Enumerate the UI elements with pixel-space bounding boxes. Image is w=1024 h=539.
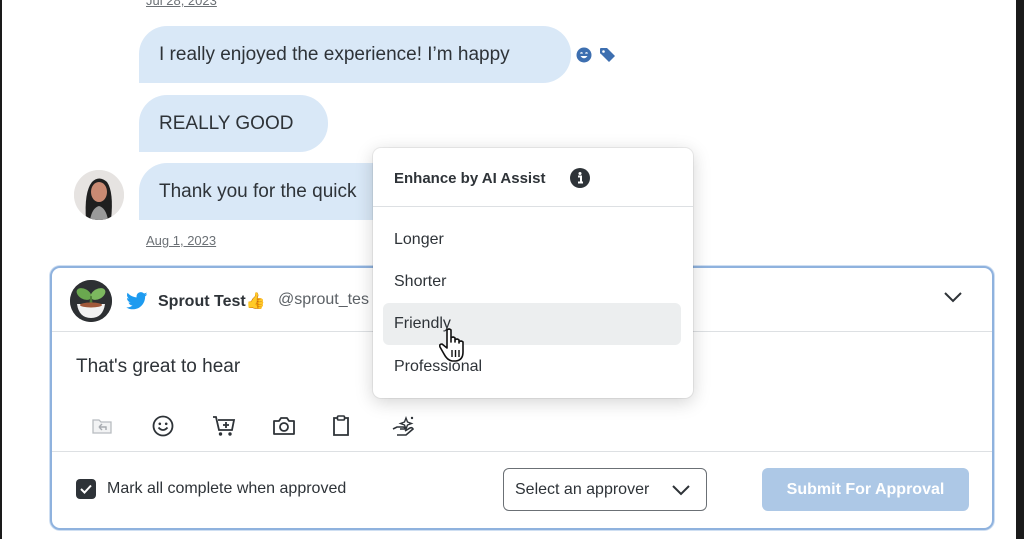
tag-icon[interactable] xyxy=(599,47,616,68)
sentiment-positive-icon[interactable] xyxy=(576,47,592,68)
twitter-icon xyxy=(126,292,148,315)
emoji-icon[interactable] xyxy=(152,414,212,438)
message-actions xyxy=(576,47,616,68)
composer-footer: Mark all complete when approved Select a… xyxy=(52,451,992,530)
reply-textarea[interactable]: That's great to hear xyxy=(76,356,240,378)
message-text: I really enjoyed the experience! I’m hap… xyxy=(159,44,510,65)
info-icon[interactable] xyxy=(570,168,590,193)
mark-complete-label[interactable]: Mark all complete when approved xyxy=(107,480,346,498)
menu-item-professional[interactable]: Professional xyxy=(383,346,681,388)
camera-icon[interactable] xyxy=(272,414,332,438)
account-handle: @sprout_tes xyxy=(278,291,369,308)
menu-header: Enhance by AI Assist xyxy=(373,148,693,207)
message-bubble: REALLY GOOD xyxy=(139,95,328,152)
message-bubble: Thank you for the quick xyxy=(139,163,399,220)
message-text: Thank you for the quick xyxy=(159,181,357,202)
ai-assist-menu: Enhance by AI Assist Longer Shorter Frie… xyxy=(373,148,693,398)
hand-pointer-cursor-icon xyxy=(438,328,469,369)
approver-select[interactable]: Select an approver xyxy=(503,468,707,511)
mark-complete-checkbox[interactable] xyxy=(76,479,96,499)
message-date[interactable]: Aug 1, 2023 xyxy=(146,233,216,248)
menu-item-shorter[interactable]: Shorter xyxy=(383,261,681,303)
menu-item-longer[interactable]: Longer xyxy=(383,219,681,261)
reply-icon[interactable] xyxy=(92,414,152,438)
composer-toolbar xyxy=(92,414,452,438)
product-cart-icon[interactable] xyxy=(212,414,272,438)
chevron-down-icon[interactable] xyxy=(944,290,962,308)
message-date[interactable]: Jul 28, 2023 xyxy=(146,0,217,8)
approver-select-value: Select an approver xyxy=(515,480,650,498)
conversation-view: Jul 28, 2023 I really enjoyed the experi… xyxy=(2,0,1016,539)
message-bubble: I really enjoyed the experience! I’m hap… xyxy=(139,26,571,83)
message-text: REALLY GOOD xyxy=(159,113,294,134)
ai-assist-icon[interactable] xyxy=(392,414,452,438)
customer-avatar[interactable] xyxy=(74,170,124,220)
submit-for-approval-button[interactable]: Submit For Approval xyxy=(762,468,969,511)
clipboard-icon[interactable] xyxy=(332,414,392,438)
profile-avatar xyxy=(70,280,112,322)
chevron-down-icon xyxy=(672,483,690,501)
menu-item-friendly[interactable]: Friendly xyxy=(383,303,681,345)
account-name: Sprout Test👍 xyxy=(158,293,266,310)
menu-title: Enhance by AI Assist xyxy=(394,170,546,187)
